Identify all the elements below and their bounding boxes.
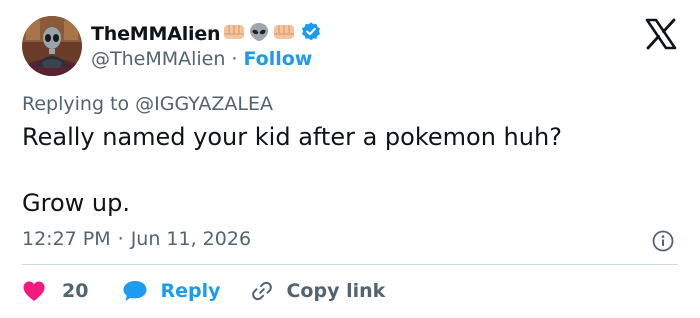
verified-badge-icon	[300, 21, 322, 47]
divider	[22, 264, 678, 265]
reply-button[interactable]: Reply	[122, 279, 250, 303]
copy-link-label: Copy link	[286, 280, 386, 302]
heart-icon	[22, 280, 46, 302]
author-name-row: TheMMAlien	[91, 20, 322, 48]
fist-emoji-icon	[272, 22, 296, 46]
avatar[interactable]	[22, 16, 82, 76]
reply-bubble-icon	[122, 279, 148, 303]
fist-emoji-icon	[222, 22, 246, 46]
author-handle-row: @TheMMAlien · Follow	[91, 48, 312, 70]
tweet-text: Really named your kid after a pokemon hu…	[22, 123, 562, 217]
tweet-timestamp[interactable]: 12:27 PM · Jun 11, 2026	[22, 228, 251, 250]
author-handle[interactable]: @TheMMAlien	[91, 48, 225, 70]
separator-dot: ·	[117, 228, 124, 250]
like-button[interactable]: 20	[22, 280, 122, 302]
like-count: 20	[62, 280, 89, 302]
info-icon[interactable]	[651, 229, 675, 253]
reply-label: Reply	[160, 280, 221, 302]
link-icon	[250, 279, 274, 303]
x-logo-icon[interactable]	[644, 18, 678, 50]
tweet-date: Jun 11, 2026	[130, 228, 252, 250]
avatar-image	[22, 16, 82, 76]
author-display-name[interactable]: TheMMAlien	[91, 23, 221, 45]
follow-button[interactable]: Follow	[243, 48, 312, 70]
alien-emoji-icon	[248, 21, 270, 47]
action-bar: 20 Reply Copy link	[22, 276, 385, 306]
reply-context[interactable]: Replying to @IGGYAZALEA	[22, 93, 273, 115]
separator-dot: ·	[231, 48, 238, 70]
copy-link-button[interactable]: Copy link	[250, 279, 385, 303]
tweet-time: 12:27 PM	[22, 228, 111, 250]
